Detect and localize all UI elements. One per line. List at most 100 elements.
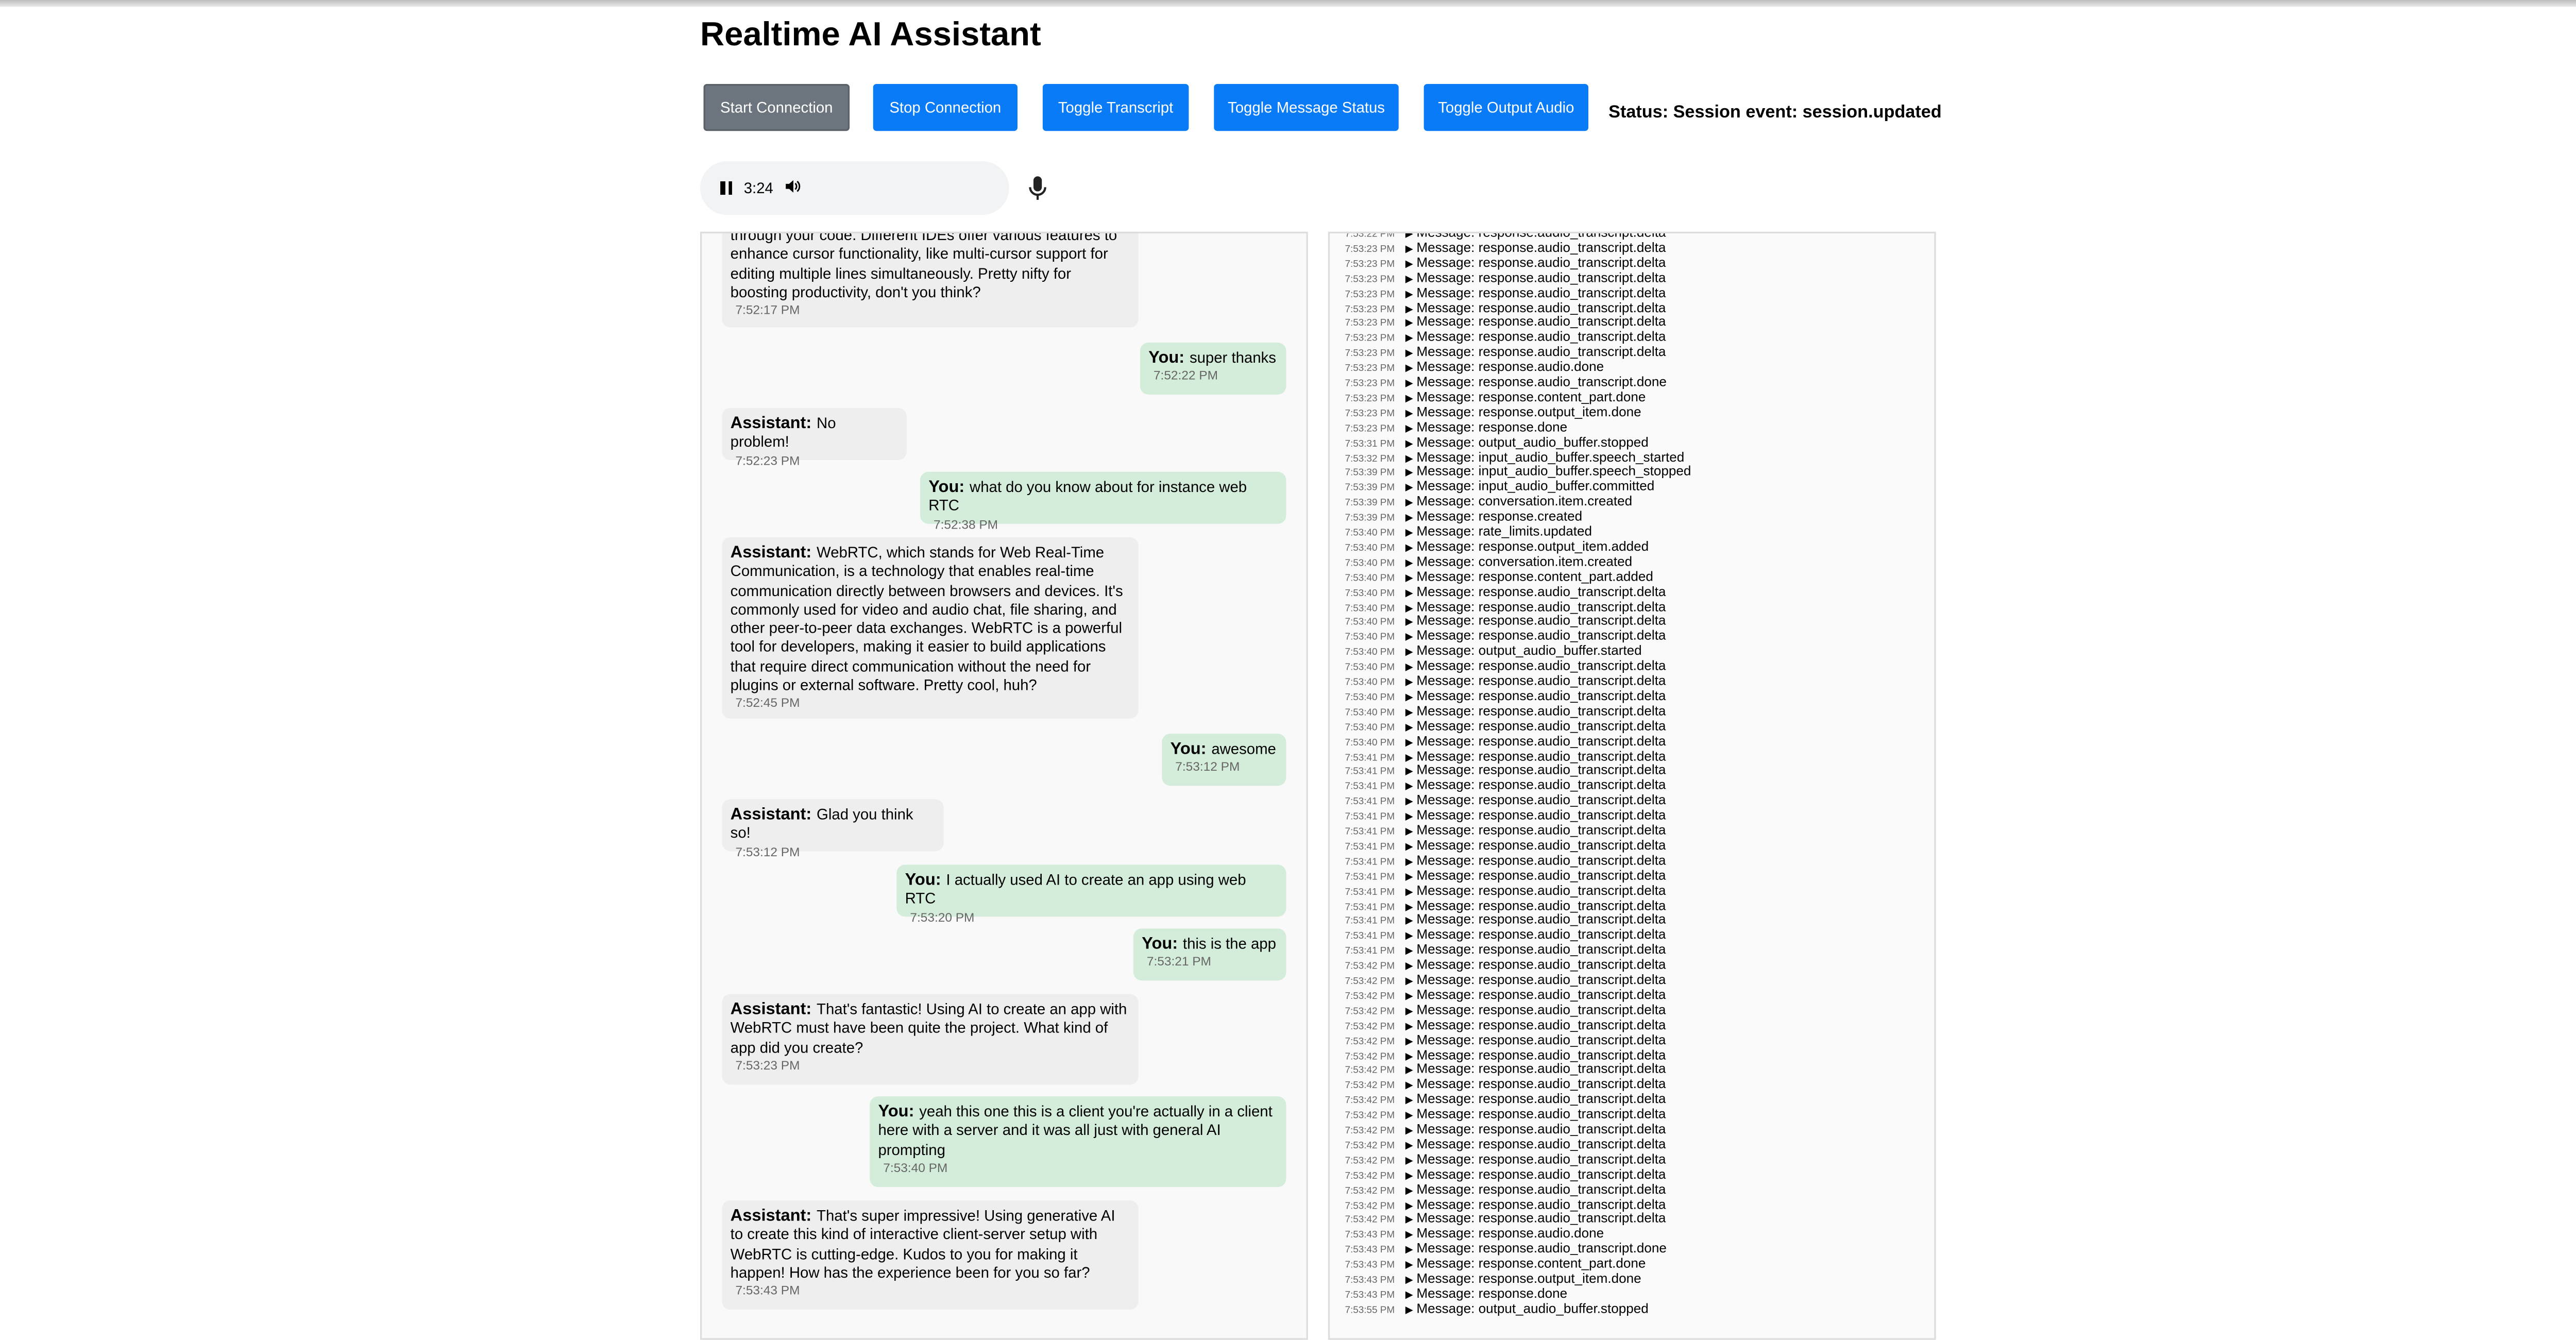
log-entry[interactable]: 7:53:40 PM ▶ Message: response.audio_trans… bbox=[1345, 584, 1666, 599]
expand-triangle-icon[interactable]: ▶ bbox=[1405, 1172, 1413, 1182]
expand-triangle-icon[interactable]: ▶ bbox=[1405, 349, 1413, 360]
microphone-icon[interactable] bbox=[1023, 173, 1053, 203]
expand-triangle-icon[interactable]: ▶ bbox=[1405, 1276, 1413, 1286]
log-entry[interactable]: 7:53:40 PM ▶ Message: response.audio_trans… bbox=[1345, 703, 1666, 718]
log-entry[interactable]: 7:53:41 PM ▶ Message: response.audio_trans… bbox=[1345, 763, 1666, 778]
log-entry[interactable]: 7:53:42 PM ▶ Message: response.audio_trans… bbox=[1345, 1107, 1666, 1122]
expand-triangle-icon[interactable]: ▶ bbox=[1405, 947, 1413, 958]
toggle-message-status-button[interactable]: Toggle Message Status bbox=[1214, 83, 1399, 131]
log-entry[interactable]: 7:53:42 PM ▶ Message: response.audio_trans… bbox=[1345, 1166, 1666, 1181]
expand-triangle-icon[interactable]: ▶ bbox=[1405, 693, 1413, 704]
log-entry[interactable]: 7:53:42 PM ▶ Message: response.audio_trans… bbox=[1345, 1181, 1666, 1196]
expand-triangle-icon[interactable]: ▶ bbox=[1405, 1186, 1413, 1197]
log-entry[interactable]: 7:53:41 PM ▶ Message: response.audio_trans… bbox=[1345, 912, 1666, 927]
expand-triangle-icon[interactable]: ▶ bbox=[1405, 679, 1413, 689]
log-entry[interactable]: 7:53:23 PM ▶ Message: response.audio.done bbox=[1345, 360, 1604, 375]
log-entry[interactable]: 7:53:23 PM ▶ Message: response.done bbox=[1345, 419, 1567, 434]
expand-triangle-icon[interactable]: ▶ bbox=[1405, 233, 1413, 240]
log-entry[interactable]: 7:53:42 PM ▶ Message: response.audio_trans… bbox=[1345, 1077, 1666, 1092]
log-entry[interactable]: 7:53:40 PM ▶ Message: output_audio_buffer.… bbox=[1345, 643, 1641, 658]
log-entry[interactable]: 7:53:42 PM ▶ Message: response.audio_trans… bbox=[1345, 1151, 1666, 1166]
log-entry[interactable]: 7:53:23 PM ▶ Message: response.audio_trans… bbox=[1345, 375, 1666, 389]
expand-triangle-icon[interactable]: ▶ bbox=[1405, 1306, 1413, 1316]
expand-triangle-icon[interactable]: ▶ bbox=[1405, 813, 1413, 823]
log-entry[interactable]: 7:53:41 PM ▶ Message: response.audio_trans… bbox=[1345, 883, 1666, 897]
expand-triangle-icon[interactable]: ▶ bbox=[1405, 1157, 1413, 1167]
expand-triangle-icon[interactable]: ▶ bbox=[1405, 514, 1413, 524]
log-entry[interactable]: 7:53:23 PM ▶ Message: response.audio_trans… bbox=[1345, 255, 1666, 270]
log-entry[interactable]: 7:53:43 PM ▶ Message: response.audio.done bbox=[1345, 1226, 1604, 1241]
log-entry[interactable]: 7:53:42 PM ▶ Message: response.audio_trans… bbox=[1345, 1122, 1666, 1137]
expand-triangle-icon[interactable]: ▶ bbox=[1405, 873, 1413, 883]
log-entry[interactable]: 7:53:23 PM ▶ Message: response.output_item… bbox=[1345, 404, 1641, 419]
expand-triangle-icon[interactable]: ▶ bbox=[1405, 634, 1413, 644]
log-entry[interactable]: 7:53:23 PM ▶ Message: response.audio_trans… bbox=[1345, 315, 1666, 330]
log-entry[interactable]: 7:53:40 PM ▶ Message: conversation.item.cr… bbox=[1345, 554, 1632, 569]
expand-triangle-icon[interactable]: ▶ bbox=[1405, 798, 1413, 808]
expand-triangle-icon[interactable]: ▶ bbox=[1405, 604, 1413, 614]
log-entry[interactable]: 7:53:40 PM ▶ Message: response.audio_trans… bbox=[1345, 733, 1666, 748]
log-entry[interactable]: 7:53:40 PM ▶ Message: response.audio_trans… bbox=[1345, 629, 1666, 643]
log-entry[interactable]: 7:53:41 PM ▶ Message: response.audio_trans… bbox=[1345, 853, 1666, 868]
expand-triangle-icon[interactable]: ▶ bbox=[1405, 484, 1413, 495]
log-entry[interactable]: 7:53:23 PM ▶ Message: response.content_par… bbox=[1345, 389, 1646, 404]
expand-triangle-icon[interactable]: ▶ bbox=[1405, 1052, 1413, 1062]
expand-triangle-icon[interactable]: ▶ bbox=[1405, 664, 1413, 674]
log-entry[interactable]: 7:53:22 PM ▶ Message: response.audio_trans… bbox=[1345, 233, 1666, 240]
chat-panel[interactable]: through your code. Different IDEs offer … bbox=[700, 231, 1308, 1340]
log-entry[interactable]: 7:53:23 PM ▶ Message: response.audio_trans… bbox=[1345, 330, 1666, 345]
log-entry[interactable]: 7:53:41 PM ▶ Message: response.audio_trans… bbox=[1345, 838, 1666, 853]
log-entry[interactable]: 7:53:41 PM ▶ Message: response.audio_trans… bbox=[1345, 778, 1666, 793]
log-entry[interactable]: 7:53:42 PM ▶ Message: response.audio_trans… bbox=[1345, 1017, 1666, 1032]
log-entry[interactable]: 7:53:42 PM ▶ Message: response.audio_trans… bbox=[1345, 972, 1666, 987]
expand-triangle-icon[interactable]: ▶ bbox=[1405, 1112, 1413, 1122]
log-entry[interactable]: 7:53:23 PM ▶ Message: response.audio_trans… bbox=[1345, 240, 1666, 255]
expand-triangle-icon[interactable]: ▶ bbox=[1405, 903, 1413, 913]
expand-triangle-icon[interactable]: ▶ bbox=[1405, 738, 1413, 749]
log-entry[interactable]: 7:53:23 PM ▶ Message: response.audio_trans… bbox=[1345, 270, 1666, 285]
log-entry[interactable]: 7:53:23 PM ▶ Message: response.audio_trans… bbox=[1345, 300, 1666, 315]
expand-triangle-icon[interactable]: ▶ bbox=[1405, 1231, 1413, 1242]
stop-connection-button[interactable]: Stop Connection bbox=[873, 83, 1018, 131]
expand-triangle-icon[interactable]: ▶ bbox=[1405, 977, 1413, 988]
log-entry[interactable]: 7:53:42 PM ▶ Message: response.audio_trans… bbox=[1345, 1032, 1666, 1047]
expand-triangle-icon[interactable]: ▶ bbox=[1405, 753, 1413, 764]
volume-icon[interactable] bbox=[783, 177, 800, 199]
log-entry[interactable]: 7:53:32 PM ▶ Message: input_audio_buffer.s… bbox=[1345, 449, 1684, 464]
expand-triangle-icon[interactable]: ▶ bbox=[1405, 918, 1413, 928]
log-entry[interactable]: 7:53:42 PM ▶ Message: response.audio_trans… bbox=[1345, 1062, 1666, 1077]
expand-triangle-icon[interactable]: ▶ bbox=[1405, 1127, 1413, 1137]
expand-triangle-icon[interactable]: ▶ bbox=[1405, 290, 1413, 300]
expand-triangle-icon[interactable]: ▶ bbox=[1405, 439, 1413, 450]
log-entry[interactable]: 7:53:39 PM ▶ Message: input_audio_buffer.c… bbox=[1345, 479, 1654, 494]
expand-triangle-icon[interactable]: ▶ bbox=[1405, 1201, 1413, 1212]
expand-triangle-icon[interactable]: ▶ bbox=[1405, 768, 1413, 778]
log-entry[interactable]: 7:53:55 PM ▶ Message: output_audio_buffer.… bbox=[1345, 1301, 1648, 1316]
expand-triangle-icon[interactable]: ▶ bbox=[1405, 1007, 1413, 1017]
log-entry[interactable]: 7:53:40 PM ▶ Message: response.output_item… bbox=[1345, 539, 1649, 554]
log-entry[interactable]: 7:53:31 PM ▶ Message: output_audio_buffer.… bbox=[1345, 434, 1648, 449]
log-entry[interactable]: 7:53:41 PM ▶ Message: response.audio_trans… bbox=[1345, 748, 1666, 763]
log-entry[interactable]: 7:53:41 PM ▶ Message: response.audio_trans… bbox=[1345, 793, 1666, 808]
expand-triangle-icon[interactable]: ▶ bbox=[1405, 305, 1413, 315]
start-connection-button[interactable]: Start Connection bbox=[703, 83, 850, 131]
log-entry[interactable]: 7:53:23 PM ▶ Message: response.audio_trans… bbox=[1345, 345, 1666, 360]
expand-triangle-icon[interactable]: ▶ bbox=[1405, 335, 1413, 345]
expand-triangle-icon[interactable]: ▶ bbox=[1405, 260, 1413, 270]
toggle-output-audio-button[interactable]: Toggle Output Audio bbox=[1423, 83, 1589, 131]
expand-triangle-icon[interactable]: ▶ bbox=[1405, 992, 1413, 1003]
expand-triangle-icon[interactable]: ▶ bbox=[1405, 319, 1413, 330]
pause-icon[interactable] bbox=[720, 181, 732, 195]
expand-triangle-icon[interactable]: ▶ bbox=[1405, 962, 1413, 973]
expand-triangle-icon[interactable]: ▶ bbox=[1405, 589, 1413, 599]
log-entry[interactable]: 7:53:41 PM ▶ Message: response.audio_trans… bbox=[1345, 897, 1666, 912]
log-entry[interactable]: 7:53:40 PM ▶ Message: response.audio_trans… bbox=[1345, 658, 1666, 673]
expand-triangle-icon[interactable]: ▶ bbox=[1405, 499, 1413, 510]
log-entry[interactable]: 7:53:41 PM ▶ Message: response.audio_trans… bbox=[1345, 868, 1666, 883]
log-entry[interactable]: 7:53:42 PM ▶ Message: response.audio_trans… bbox=[1345, 1196, 1666, 1211]
expand-triangle-icon[interactable]: ▶ bbox=[1405, 932, 1413, 943]
expand-triangle-icon[interactable]: ▶ bbox=[1405, 1142, 1413, 1152]
expand-triangle-icon[interactable]: ▶ bbox=[1405, 619, 1413, 629]
log-entry[interactable]: 7:53:40 PM ▶ Message: response.content_par… bbox=[1345, 569, 1653, 584]
log-entry[interactable]: 7:53:43 PM ▶ Message: response.output_item… bbox=[1345, 1271, 1641, 1286]
